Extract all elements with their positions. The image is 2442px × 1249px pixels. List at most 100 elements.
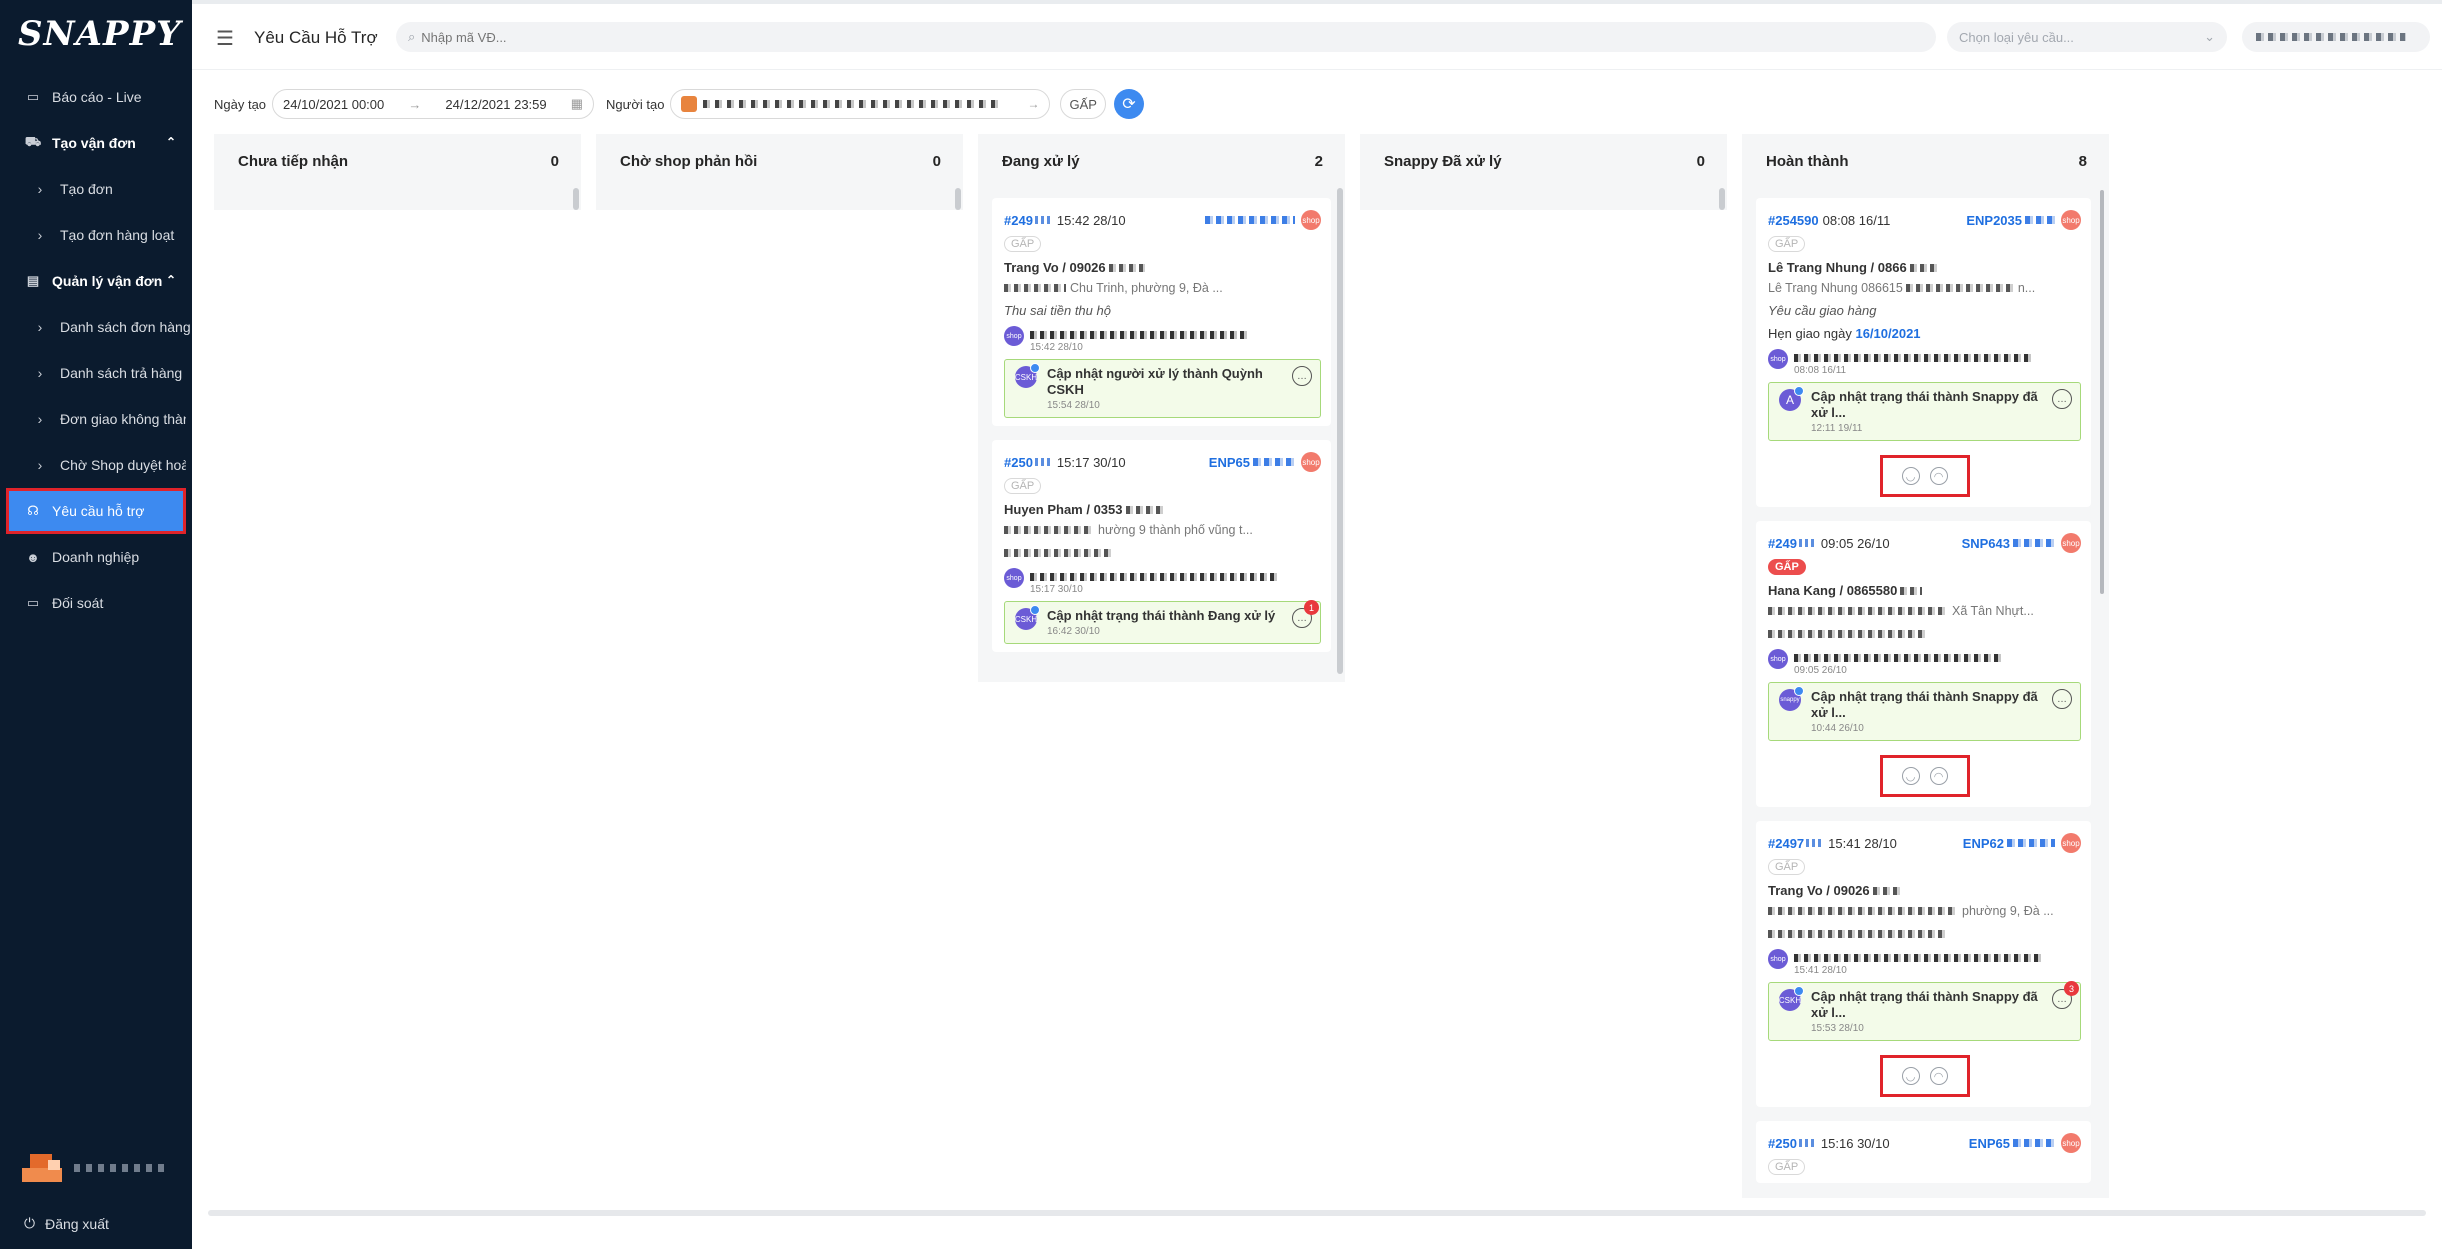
sidebar-item-business[interactable]: ☻ Doanh nghiệp	[0, 534, 192, 580]
avatar	[22, 1150, 68, 1186]
request-type-select[interactable]: Chọn loại yêu cầu... ⌄	[1947, 22, 2227, 52]
ticket-time: 09:05 26/10	[1820, 535, 1890, 551]
user-account-box[interactable]	[2242, 22, 2430, 52]
horizontal-scrollbar[interactable]	[208, 1210, 2426, 1216]
status-update[interactable]: snappy Cập nhật trạng thái thành Snappy …	[1768, 682, 2081, 741]
shop-avatar-icon: shop	[1004, 326, 1024, 346]
chevron-right-icon: ›	[37, 411, 43, 427]
update-time: 12:11 19/11	[1811, 423, 1863, 434]
ticket-id[interactable]: #249	[1004, 213, 1033, 228]
logout-button[interactable]: ⏻ Đăng xuất	[24, 1215, 109, 1232]
column-title: Hoàn thành	[1766, 152, 1849, 170]
column-scrollbar[interactable]	[1719, 188, 1725, 210]
search-bar[interactable]: ⌕	[396, 22, 1936, 52]
column-scrollbar[interactable]	[955, 188, 961, 210]
sidebar-item-return-list[interactable]: › Danh sách trả hàng	[0, 350, 192, 396]
order-code[interactable]	[1202, 216, 1295, 224]
sad-face-icon[interactable]: ◠	[1929, 1067, 1948, 1085]
update-title: Cập nhật người xử lý thành Quỳnh CSKH	[1047, 366, 1263, 397]
sidebar-item-label: Tạo vận đơn	[52, 135, 136, 151]
date-from[interactable]: 24/10/2021 00:00	[283, 97, 384, 112]
search-icon: ⌕	[408, 29, 416, 44]
chat-icon[interactable]: …	[1292, 366, 1312, 386]
status-update[interactable]: CSKH Cập nhật người xử lý thành Quỳnh CS…	[1004, 359, 1321, 418]
smile-face-icon[interactable]: ◡	[1901, 1067, 1920, 1085]
priority-tag-urgent: GẤP	[1768, 559, 1806, 575]
status-update[interactable]: CSKH Cập nhật trạng thái thành Đang xử l…	[1004, 600, 1321, 644]
ticket-card[interactable]: #249 09:05 26/10 SNP643 shop GẤP Hana Ka…	[1756, 521, 2091, 807]
ticket-id[interactable]: #254590	[1768, 213, 1819, 228]
order-code[interactable]: ENP65	[1209, 455, 1295, 470]
chat-icon[interactable]: …	[2052, 389, 2072, 409]
user-profile[interactable]	[22, 1150, 164, 1186]
ticket-id[interactable]: #250	[1004, 455, 1033, 470]
priority-tag: GẤP	[1768, 1159, 1806, 1175]
ticket-time: 15:17 30/10	[1056, 454, 1126, 470]
completed-column-scrollbar[interactable]	[2100, 190, 2104, 594]
ticket-card[interactable]: #254590 08:08 16/11 ENP2035 shop GẤP Lê …	[1756, 198, 2091, 507]
refresh-icon: ⟳	[1122, 96, 1136, 113]
message-time: 09:05 26/10	[1794, 665, 1847, 676]
priority-tag: GẤP	[1768, 236, 1806, 252]
sidebar-group-create-shipment[interactable]: ⛟ Tạo vận đơn ⌃	[0, 120, 192, 166]
refresh-button[interactable]: ⟳	[1113, 89, 1144, 119]
calendar-icon: ▦	[570, 96, 584, 111]
order-code[interactable]: ENP62	[1963, 836, 2055, 851]
filter-bar: Ngày tạo 24/10/2021 00:00 → 24/12/2021 2…	[214, 88, 1144, 120]
unread-count-badge: 3	[2064, 981, 2079, 996]
sad-face-icon[interactable]: ◠	[1929, 467, 1948, 485]
rating-box: ◡ ◠	[1879, 455, 1970, 497]
shop-avatar-icon: shop	[1004, 568, 1024, 588]
date-range-picker[interactable]: 24/10/2021 00:00 → 24/12/2021 23:59 ▦	[272, 89, 595, 119]
ticket-card[interactable]: #2497 15:41 28/10 ENP62 shop GẤP Trang V…	[1756, 821, 2091, 1107]
update-title: Cập nhật trạng thái thành Đang xử lý	[1047, 608, 1276, 623]
creator-select[interactable]: →	[670, 89, 1051, 119]
smile-face-icon[interactable]: ◡	[1901, 767, 1920, 785]
smile-face-icon[interactable]: ◡	[1901, 467, 1920, 485]
urgent-filter-button[interactable]: GẤP	[1060, 89, 1106, 119]
order-code[interactable]: ENP65	[1969, 1136, 2055, 1151]
shop-avatar-icon: shop	[1768, 349, 1788, 369]
sad-face-icon[interactable]: ◠	[1929, 767, 1948, 785]
appointment-date: Hẹn giao ngày 16/10/2021	[1768, 326, 1921, 341]
ticket-card[interactable]: #250 15:17 30/10 ENP65 shop GẤP Huyen Ph…	[992, 440, 1331, 652]
sidebar-item-failed-delivery[interactable]: › Đơn giao không thành	[0, 396, 192, 442]
priority-tag: GẤP	[1004, 236, 1042, 252]
order-code[interactable]: ENP2035	[1966, 213, 2055, 228]
chevron-down-icon: ⌄	[2204, 29, 2215, 44]
sidebar-item-bulk-create[interactable]: › Tạo đơn hàng loạt	[0, 212, 192, 258]
sidebar-item-order-list[interactable]: › Danh sách đơn hàng	[0, 304, 192, 350]
sidebar-item-shop-return-approval[interactable]: › Chờ Shop duyệt hoàn	[0, 442, 192, 488]
sidebar-item-report-live[interactable]: ▭ Báo cáo - Live	[0, 74, 192, 120]
ticket-card[interactable]: #250 15:16 30/10 ENP65 shop GẤP	[1756, 1121, 2091, 1183]
order-code[interactable]: SNP643	[1962, 536, 2055, 551]
sidebar-item-reconciliation[interactable]: ▭ Đối soát	[0, 580, 192, 626]
search-input[interactable]	[421, 29, 1822, 45]
ticket-time: 15:42 28/10	[1056, 212, 1126, 228]
status-update[interactable]: CSKH Cập nhật trạng thái thành Snappy đã…	[1768, 981, 2081, 1041]
update-time: 15:54 28/10	[1047, 400, 1100, 411]
update-time: 15:53 28/10	[1811, 1023, 1864, 1034]
sidebar-item-label: Yêu cầu hỗ trợ	[52, 503, 145, 519]
chat-icon[interactable]: … 3	[2052, 981, 2079, 1009]
column-count: 0	[1696, 152, 1705, 170]
column-scrollbar[interactable]	[1337, 188, 1343, 674]
menu-toggle-icon[interactable]: ☰	[216, 26, 234, 51]
priority-tag: GẤP	[1004, 478, 1042, 494]
sidebar-group-manage-shipment[interactable]: ▤ Quản lý vận đơn ⌃	[0, 258, 192, 304]
shop-badge-icon: shop	[2061, 1133, 2081, 1153]
ticket-id[interactable]: #250	[1768, 1136, 1797, 1151]
redacted	[1798, 539, 1815, 547]
logout-label: Đăng xuất	[45, 1215, 109, 1232]
creator-label: Người tạo	[606, 96, 665, 112]
ticket-id[interactable]: #249	[1768, 536, 1797, 551]
status-update[interactable]: A Cập nhật trạng thái thành Snappy đã xử…	[1768, 382, 2081, 441]
chat-icon[interactable]: … 1	[1292, 600, 1319, 628]
chat-icon[interactable]: …	[2052, 689, 2072, 709]
date-to[interactable]: 24/12/2021 23:59	[445, 97, 546, 112]
sidebar-item-support-request[interactable]: ☊ Yêu cầu hỗ trợ	[6, 488, 186, 534]
ticket-id[interactable]: #2497	[1768, 836, 1804, 851]
sidebar-item-create-order[interactable]: › Tạo đơn	[0, 166, 192, 212]
ticket-card[interactable]: #249 15:42 28/10 shop GẤP Trang Vo / 090…	[992, 198, 1331, 426]
column-scrollbar[interactable]	[573, 188, 579, 210]
